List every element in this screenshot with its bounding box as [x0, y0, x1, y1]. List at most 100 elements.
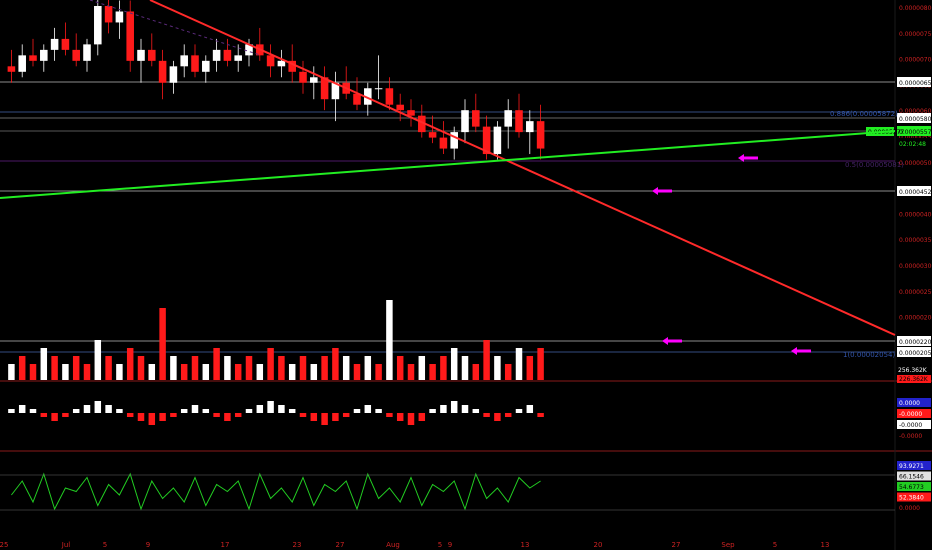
- macd-label: -0.0000: [899, 422, 922, 429]
- candle-body: [169, 66, 178, 83]
- candle-body: [61, 38, 70, 50]
- macd-bar: [8, 409, 15, 413]
- macd-bar: [116, 409, 123, 413]
- volume-bar: [472, 364, 480, 380]
- volume-bar: [126, 348, 134, 380]
- volume-bar: [8, 364, 15, 380]
- volume-bar: [461, 356, 469, 380]
- x-tick-label: 25: [0, 541, 8, 549]
- volume-bar: [105, 356, 112, 380]
- magenta-arrow-head: [662, 337, 668, 345]
- macd-bar: [364, 405, 372, 413]
- volume-bar: [494, 356, 501, 380]
- price-tick-label: 0.00000750: [899, 31, 932, 38]
- volume-bar: [310, 364, 318, 380]
- volume-bar: [278, 356, 285, 380]
- volume-bar: [407, 364, 415, 380]
- macd-bar: [440, 405, 447, 413]
- volume-label: 256.362K: [898, 367, 928, 374]
- macd-bar: [29, 409, 37, 413]
- price-label: 0.00002054: [899, 350, 932, 357]
- volume-bar: [213, 348, 220, 380]
- price-tick-label: 0.00000300: [899, 263, 932, 270]
- candle-body: [83, 44, 91, 61]
- macd-bar: [483, 413, 490, 417]
- candle-body: [299, 71, 307, 83]
- candle-body: [202, 60, 210, 72]
- candle-body: [158, 60, 167, 83]
- macd-bar: [105, 405, 112, 413]
- volume-bar: [191, 356, 199, 380]
- macd-bar: [526, 405, 534, 413]
- stoch-label: 52.3840: [899, 495, 924, 502]
- candle-body: [115, 11, 124, 23]
- price-tick-label: 0.00000700: [899, 57, 932, 64]
- macd-bar: [224, 413, 231, 421]
- macd-bar: [332, 413, 339, 421]
- price-tick-label: 0.00000200: [899, 315, 932, 322]
- macd-bar: [213, 413, 220, 417]
- volume-bar: [29, 364, 37, 380]
- candle-body: [29, 55, 37, 61]
- x-tick-label: 23: [293, 541, 302, 549]
- candle-body: [428, 132, 437, 138]
- volume-bar: [72, 356, 80, 380]
- volume-bar: [267, 348, 274, 380]
- macd-bar: [310, 413, 318, 421]
- fib-label: 0.886(0.00005872): [830, 110, 898, 118]
- volume-bar: [137, 356, 145, 380]
- macd-bar: [537, 413, 544, 417]
- volume-bar: [515, 348, 523, 380]
- candle-body: [148, 49, 156, 61]
- macd-bar: [396, 413, 404, 421]
- macd-label: -0.0000: [899, 433, 922, 440]
- volume-bar: [83, 364, 91, 380]
- price-tick-label: 0.00000500: [899, 160, 932, 167]
- volume-bar: [504, 364, 512, 380]
- x-tick-label: 5: [103, 541, 107, 549]
- macd-bar: [353, 409, 361, 413]
- chart[interactable]: 0.00000800 0.00000750 0.00000700 0.00000650…: [0, 0, 932, 550]
- candle-body: [7, 66, 16, 72]
- fib-label: 1(0.00002054): [843, 351, 895, 359]
- candle-body: [439, 137, 448, 149]
- magenta-arrow-head: [791, 347, 797, 355]
- macd-bar: [245, 409, 253, 413]
- stoch-label: 54.6773: [899, 484, 924, 491]
- macd-label: -0.0000: [899, 411, 922, 418]
- macd-bar: [407, 413, 415, 425]
- price-tick-label: 0.00000350: [899, 237, 932, 244]
- candle-body: [504, 110, 512, 127]
- price-tick-label: 0.00000250: [899, 289, 932, 296]
- candle-body: [137, 49, 145, 61]
- volume-bar: [321, 356, 328, 380]
- price-tick-label: 0.00000400: [899, 211, 932, 218]
- volume-bar: [396, 356, 404, 380]
- macd-bar: [191, 405, 199, 413]
- stoch-label: 0.0000: [899, 505, 920, 512]
- green-trendline: [0, 130, 896, 199]
- candle-body: [472, 110, 480, 127]
- volume-bar: [386, 300, 393, 380]
- volume-bar: [429, 364, 436, 380]
- macd-bar: [461, 405, 469, 413]
- x-tick-label: 9: [448, 541, 452, 549]
- price-label: 0.00000650: [899, 80, 932, 87]
- volume-bar: [51, 356, 58, 380]
- macd-bar: [148, 413, 156, 425]
- x-tick-label: 20: [594, 541, 603, 549]
- x-tick-label: 17: [221, 541, 230, 549]
- dashed-trendline: [89, 0, 261, 56]
- macd-bar: [256, 405, 264, 413]
- candle-body: [526, 121, 534, 133]
- volume-bar: [332, 348, 339, 380]
- macd-bar: [386, 413, 393, 417]
- candle-body: [493, 126, 502, 155]
- macd-bar: [299, 413, 307, 417]
- candle-body: [191, 55, 199, 72]
- price-label: 0.00005801: [899, 116, 932, 123]
- macd-bar: [450, 401, 458, 413]
- candle-body: [515, 110, 523, 133]
- macd-bar: [94, 401, 102, 413]
- chart-canvas[interactable]: 0.00000800 0.00000750 0.00000700 0.00000650…: [0, 0, 932, 550]
